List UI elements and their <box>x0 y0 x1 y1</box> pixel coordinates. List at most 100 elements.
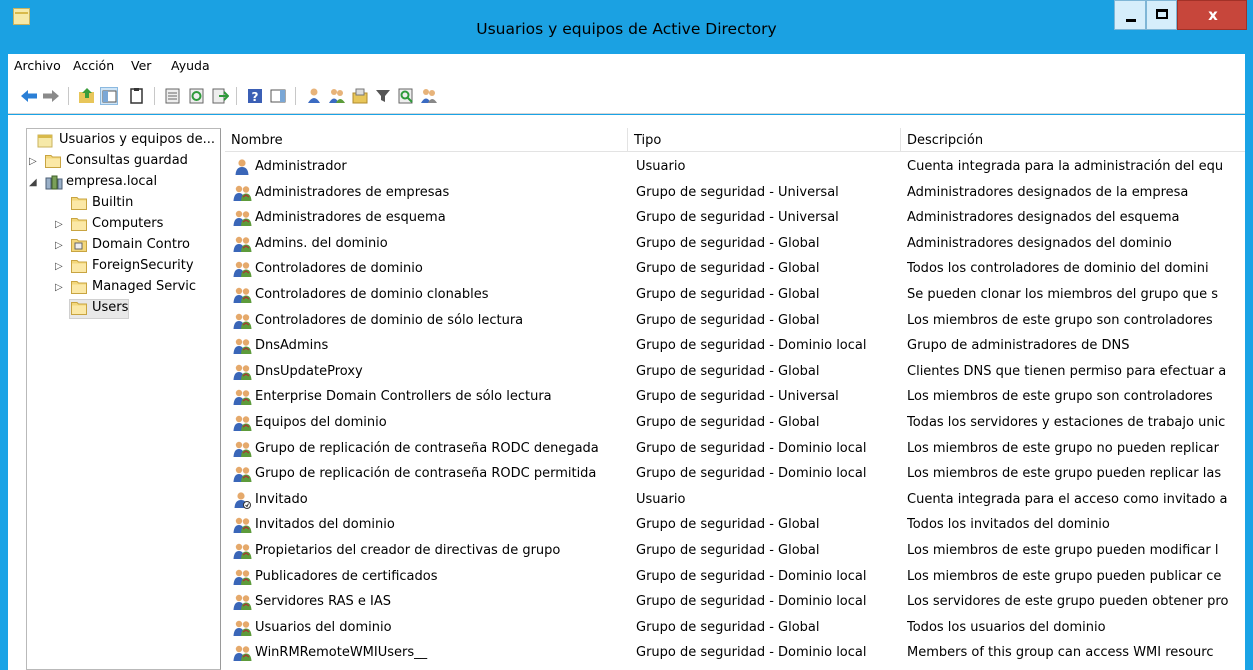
table-row[interactable]: Invitados del dominio Grupo de seguridad … <box>225 513 1245 538</box>
filter-icon[interactable] <box>374 87 392 105</box>
table-row[interactable]: Admins. del dominio Grupo de seguridad - … <box>225 232 1245 257</box>
up-folder-icon[interactable] <box>78 87 96 105</box>
minimize-button[interactable] <box>1114 0 1146 30</box>
expand-arrow-icon[interactable]: ▷ <box>55 240 63 251</box>
forward-arrow-icon[interactable] <box>42 87 60 105</box>
tree-item-consultas-guardad[interactable]: ▷ Consultas guardad <box>27 152 220 173</box>
tree-item-domain-contro[interactable]: ▷ Domain Contro <box>27 236 220 257</box>
user-icon <box>233 158 253 176</box>
cell-tipo: Grupo de seguridad - Global <box>636 235 820 251</box>
new-group-icon[interactable] <box>328 87 346 105</box>
export-list-icon[interactable] <box>211 87 229 105</box>
table-row[interactable]: Servidores RAS e IAS Grupo de seguridad -… <box>225 590 1245 615</box>
tree-item-users[interactable]: Users <box>27 299 220 320</box>
menu-ayuda[interactable]: Ayuda <box>171 58 210 73</box>
new-ou-icon[interactable] <box>351 87 369 105</box>
results-list[interactable]: Nombre Tipo Descripción Administrador Usu… <box>225 128 1245 670</box>
expand-arrow-icon[interactable]: ▷ <box>55 261 63 272</box>
cell-tipo: Grupo de seguridad - Dominio local <box>636 594 867 610</box>
collapse-arrow-icon[interactable]: ◢ <box>29 177 37 188</box>
cell-tipo: Grupo de seguridad - Global <box>636 517 820 533</box>
cell-tipo: Grupo de seguridad - Dominio local <box>636 440 867 456</box>
group-icon <box>233 388 253 406</box>
cell-tipo: Grupo de seguridad - Dominio local <box>636 645 867 661</box>
tree-item-computers[interactable]: ▷ Computers <box>27 215 220 236</box>
column-header-nombre[interactable]: Nombre <box>225 128 628 152</box>
help-icon[interactable]: ? <box>246 87 264 105</box>
toolbar-separator <box>236 87 237 105</box>
tree-item-builtin[interactable]: Builtin <box>27 194 220 215</box>
menu-archivo[interactable]: Archivo <box>14 58 61 73</box>
menu-ver[interactable]: Ver <box>131 58 151 73</box>
group-icon <box>233 337 253 355</box>
group-icon <box>233 260 253 278</box>
find-icon[interactable] <box>397 87 415 105</box>
close-button[interactable]: x <box>1177 0 1247 30</box>
window-title: Usuarios y equipos de Active Directory <box>476 20 777 38</box>
table-row[interactable]: Equipos del dominio Grupo de seguridad - … <box>225 411 1245 436</box>
table-row[interactable]: Grupo de replicación de contraseña RODC … <box>225 437 1245 462</box>
cell-descripcion: Todos los invitados del dominio <box>907 517 1110 533</box>
column-header-descripcion[interactable]: Descripción <box>901 128 1245 152</box>
table-row[interactable]: Usuarios del dominio Grupo de seguridad -… <box>225 616 1245 641</box>
group-icon <box>233 414 253 432</box>
expand-arrow-icon[interactable]: ▷ <box>29 156 37 167</box>
group-icon <box>233 465 253 483</box>
folder-icon <box>71 301 87 318</box>
cell-nombre: Usuarios del dominio <box>255 619 392 635</box>
back-arrow-icon[interactable] <box>20 87 38 105</box>
group-icon <box>233 440 253 458</box>
group-icon <box>233 516 253 534</box>
title-bar[interactable]: Usuarios y equipos de Active Directory x <box>0 0 1253 50</box>
cell-descripcion: Todos los controladores de dominio del d… <box>907 261 1209 277</box>
tree-item-managed-servic[interactable]: ▷ Managed Servic <box>27 278 220 299</box>
cell-descripcion: Administradores designados del esquema <box>907 210 1180 226</box>
cell-nombre: Grupo de replicación de contraseña RODC … <box>255 440 599 456</box>
new-user-icon[interactable] <box>305 87 323 105</box>
table-row[interactable]: Controladores de dominio Grupo de segurid… <box>225 257 1245 282</box>
refresh-icon[interactable] <box>188 87 206 105</box>
tree-item-label: Builtin <box>92 195 134 210</box>
tree-item-label: ForeignSecurity <box>92 258 194 273</box>
show-hide-action-pane-icon[interactable] <box>269 87 287 105</box>
table-row[interactable]: Propietarios del creador de directivas d… <box>225 539 1245 564</box>
table-row[interactable]: DnsUpdateProxy Grupo de seguridad - Globa… <box>225 360 1245 385</box>
show-console-tree-icon[interactable] <box>100 87 118 105</box>
table-row[interactable]: Enterprise Domain Controllers de sólo le… <box>225 385 1245 410</box>
group-icon <box>233 644 253 662</box>
table-row[interactable]: Administradores de esquema Grupo de segur… <box>225 206 1245 231</box>
properties-icon[interactable] <box>164 87 182 105</box>
table-row[interactable]: Controladores de dominio de sólo lectura… <box>225 309 1245 334</box>
expand-arrow-icon[interactable]: ▷ <box>55 282 63 293</box>
cell-tipo: Grupo de seguridad - Universal <box>636 389 839 405</box>
table-row[interactable]: WinRMRemoteWMIUsers__ Grupo de seguridad … <box>225 641 1245 666</box>
table-row[interactable]: Administradores de empresas Grupo de segu… <box>225 181 1245 206</box>
content-area: Usuarios y equipos de... ▷ Consultas guar… <box>8 115 1245 670</box>
console-tree[interactable]: Usuarios y equipos de... ▷ Consultas guar… <box>26 128 221 670</box>
column-header-tipo[interactable]: Tipo <box>628 128 901 152</box>
table-row[interactable]: Administrador Usuario Cuenta integrada par… <box>225 155 1245 180</box>
cell-descripcion: Los miembros de este grupo pueden public… <box>907 568 1222 584</box>
expand-arrow-icon[interactable]: ▷ <box>55 219 63 230</box>
tree-item-empresa-local[interactable]: ◢ empresa.local <box>27 173 220 194</box>
table-row[interactable]: Invitado Usuario Cuenta integrada para el … <box>225 488 1245 513</box>
list-header: Nombre Tipo Descripción <box>225 128 1245 152</box>
table-row[interactable]: Grupo de replicación de contraseña RODC … <box>225 462 1245 487</box>
clipboard-icon[interactable] <box>128 87 146 105</box>
tree-item-foreignsecurity[interactable]: ▷ ForeignSecurity <box>27 257 220 278</box>
tree-item-label: Domain Contro <box>92 237 190 252</box>
cell-descripcion: Clientes DNS que tienen permiso para efe… <box>907 363 1227 379</box>
cell-nombre: Propietarios del creador de directivas d… <box>255 543 561 558</box>
menu-accion[interactable]: Acción <box>73 58 114 73</box>
app-window: Usuarios y equipos de Active Directory x… <box>0 0 1253 670</box>
folder-icon <box>71 280 87 297</box>
tree-root-label: Usuarios y equipos de... <box>59 132 215 147</box>
cell-tipo: Grupo de seguridad - Global <box>636 543 820 558</box>
table-row[interactable]: Controladores de dominio clonables Grupo … <box>225 283 1245 308</box>
add-to-group-icon[interactable] <box>420 87 438 105</box>
maximize-button[interactable] <box>1146 0 1177 30</box>
tree-root[interactable]: Usuarios y equipos de... <box>27 131 220 152</box>
folder-icon <box>71 217 87 234</box>
table-row[interactable]: Publicadores de certificados Grupo de seg… <box>225 565 1245 590</box>
table-row[interactable]: DnsAdmins Grupo de seguridad - Dominio lo… <box>225 334 1245 359</box>
